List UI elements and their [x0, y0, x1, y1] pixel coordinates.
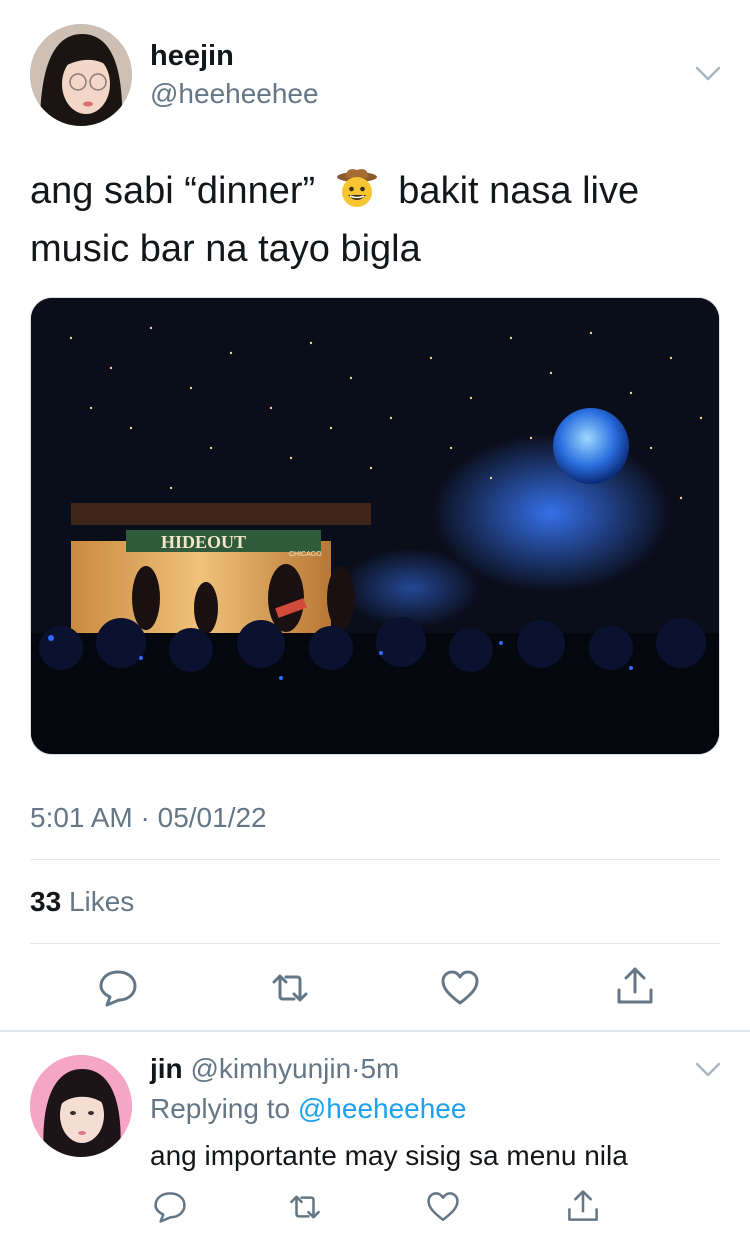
tweet-date: 05/01/22: [157, 802, 267, 833]
reply-author-handle[interactable]: @kimhyunjin: [190, 1053, 351, 1084]
retweet-icon[interactable]: [288, 1190, 322, 1224]
tweet-media-photo[interactable]: HIDEOUT CHICAGO: [30, 297, 720, 755]
chevron-down-icon[interactable]: [695, 66, 721, 82]
author-handle[interactable]: @heeheehee: [150, 78, 319, 110]
replying-to: Replying to @heeheehee: [150, 1093, 466, 1125]
reply-icon[interactable]: [98, 968, 138, 1008]
likes-number: 33: [30, 886, 62, 917]
timestamp-separator: ·: [140, 802, 150, 833]
author-avatar-image: [30, 24, 132, 126]
reply-author-avatar[interactable]: [30, 1055, 132, 1157]
likes-label: Likes: [68, 886, 135, 917]
cowboy-hat-face-icon: [336, 167, 378, 209]
hideout-sign-small: CHICAGO: [289, 551, 322, 558]
like-icon[interactable]: [440, 968, 480, 1008]
concert-photo: HIDEOUT CHICAGO: [31, 298, 719, 754]
reply-text: ang importante may sisig sa menu nila: [150, 1140, 628, 1171]
retweet-icon[interactable]: [270, 968, 310, 1008]
like-icon[interactable]: [426, 1190, 460, 1224]
divider: [30, 859, 720, 860]
replying-to-prefix: Replying to: [150, 1093, 291, 1124]
likes-count[interactable]: 33 Likes: [30, 886, 134, 918]
reply-time: 5m: [360, 1053, 400, 1084]
reply-avatar-image: [30, 1055, 132, 1157]
share-icon[interactable]: [615, 966, 655, 1006]
tweet-text: ang sabi “dinner” bakit nasa live music …: [30, 162, 720, 278]
share-icon[interactable]: [566, 1189, 600, 1223]
divider: [30, 943, 720, 944]
replying-to-mention[interactable]: @heeheehee: [298, 1093, 467, 1124]
author-avatar[interactable]: [30, 24, 132, 126]
reply-author-name[interactable]: jin: [150, 1053, 183, 1084]
tweet-text-part-1: ang sabi “dinner”: [30, 170, 316, 212]
main-tweet: heejin @heeheehee ang sabi “dinner” baki…: [0, 0, 750, 1032]
tweet-separator: [0, 1030, 750, 1032]
tweet-time: 5:01 AM: [30, 802, 133, 833]
author-name[interactable]: heejin: [150, 40, 234, 73]
reply-header: jin @kimhyunjin·5m: [150, 1053, 399, 1085]
hideout-sign: HIDEOUT: [161, 532, 246, 552]
reply-icon[interactable]: [153, 1190, 187, 1224]
tweet-timestamp: 5:01 AM · 05/01/22: [30, 802, 267, 834]
chevron-down-icon[interactable]: [695, 1062, 721, 1078]
